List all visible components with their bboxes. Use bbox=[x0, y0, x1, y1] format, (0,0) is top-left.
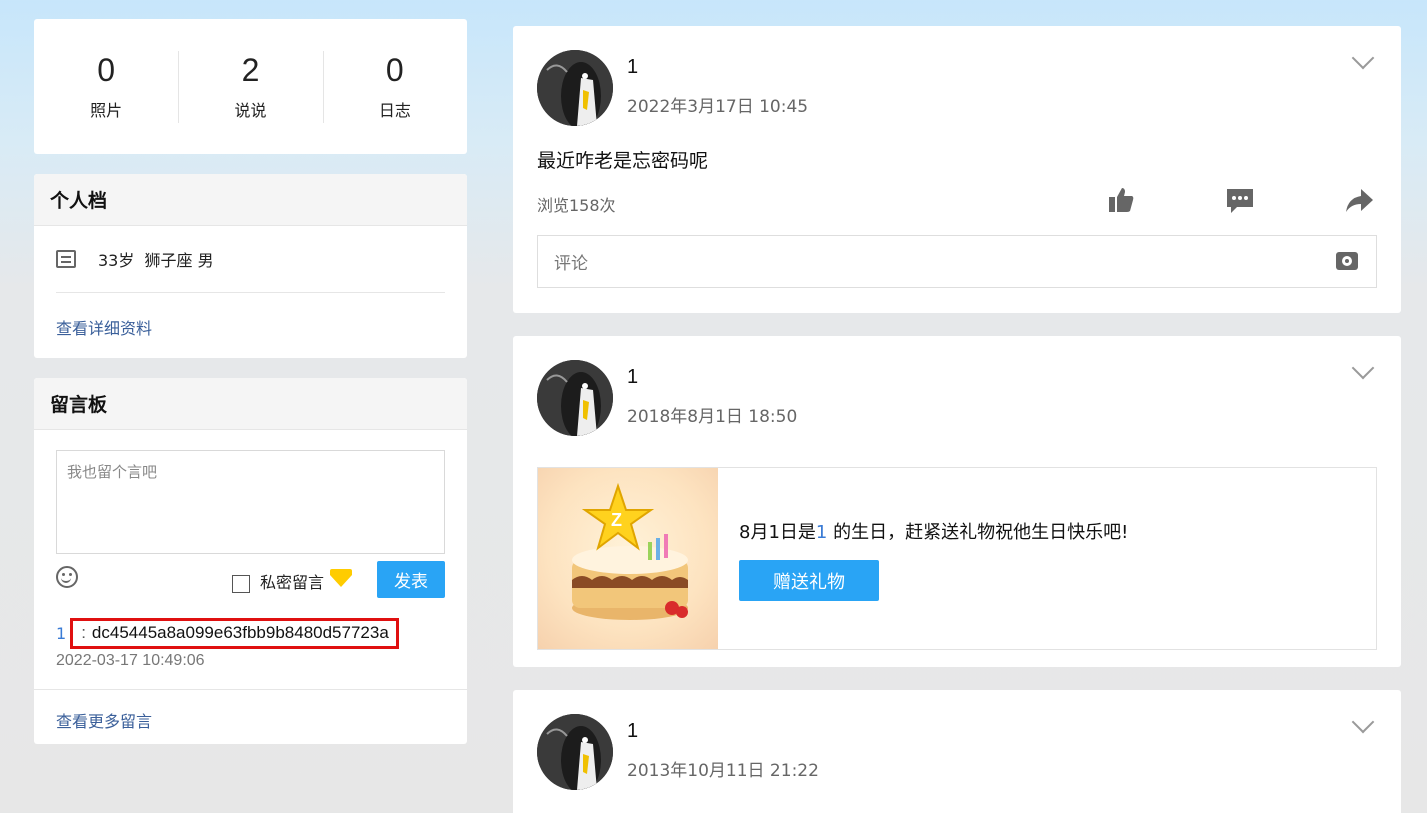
post-button[interactable]: 发表 bbox=[377, 561, 445, 598]
chevron-down-icon[interactable] bbox=[1351, 710, 1375, 734]
message-time: 2022-03-17 10:49:06 bbox=[56, 652, 205, 669]
feed-time: 2022年3月17日 10:45 bbox=[627, 97, 809, 117]
message-text: dc45445a8a099e63fbb9b8480d57723a bbox=[91, 623, 389, 642]
message-input[interactable]: 我也留个言吧 bbox=[56, 450, 445, 554]
private-message-toggle[interactable]: 私密留言 bbox=[232, 569, 353, 593]
message-board-title: 留言板 bbox=[34, 378, 467, 430]
feed-author[interactable]: 1 bbox=[627, 366, 638, 389]
avatar[interactable] bbox=[537, 50, 613, 126]
profile-card-icon bbox=[56, 250, 76, 268]
feed-time: 2018年8月1日 18:50 bbox=[627, 407, 798, 427]
feed-item: 1 2022年3月17日 10:45 最近咋老是忘密码呢 浏览158次 评论 bbox=[513, 26, 1401, 313]
comment-icon[interactable] bbox=[1226, 186, 1254, 214]
private-checkbox[interactable] bbox=[232, 575, 250, 593]
message-highlight: : dc45445a8a099e63fbb9b8480d57723a bbox=[70, 618, 399, 649]
message-item: 1 : dc45445a8a099e63fbb9b8480d57723a bbox=[56, 618, 399, 649]
stat-blogs-label: 日志 bbox=[378, 100, 411, 120]
stat-photos[interactable]: 0 照片 bbox=[34, 51, 178, 123]
birthday-cake-image: Z bbox=[538, 468, 718, 649]
comment-input[interactable]: 评论 bbox=[537, 235, 1377, 288]
feed-author[interactable]: 1 bbox=[627, 56, 638, 79]
more-messages-link[interactable]: 查看更多留言 bbox=[56, 708, 152, 732]
profile-title: 个人档 bbox=[34, 174, 467, 226]
diamond-icon bbox=[330, 569, 353, 587]
send-gift-button[interactable]: 赠送礼物 bbox=[739, 560, 879, 601]
stat-moods-label: 说说 bbox=[234, 100, 267, 120]
birthday-card: Z 8月1日是1 的生日，赶紧送礼物祝他生日快乐吧! 赠送礼物 bbox=[537, 467, 1377, 650]
stat-photos-label: 照片 bbox=[90, 100, 123, 120]
profile-info: 33岁 狮子座 男 bbox=[98, 251, 214, 270]
birthday-prefix: 8月1日是 bbox=[739, 522, 816, 543]
birthday-user[interactable]: 1 bbox=[816, 522, 827, 543]
stat-moods[interactable]: 2 说说 bbox=[178, 50, 322, 123]
chevron-down-icon[interactable] bbox=[1351, 356, 1375, 380]
feed-item: 1 2018年8月1日 18:50 Z 8月1日是1 的生日，赶紧送礼物祝他生日… bbox=[513, 336, 1401, 667]
stat-blogs[interactable]: 0 日志 bbox=[322, 50, 467, 123]
feed-views: 浏览158次 bbox=[537, 196, 616, 215]
camera-icon[interactable] bbox=[1336, 252, 1358, 270]
divider bbox=[34, 689, 467, 690]
feed-text: 最近咋老是忘密码呢 bbox=[537, 150, 709, 172]
share-icon[interactable] bbox=[1345, 186, 1373, 214]
feed-author[interactable]: 1 bbox=[627, 720, 638, 743]
birthday-suffix: 的生日，赶紧送礼物祝他生日快乐吧! bbox=[827, 522, 1129, 543]
smiley-icon[interactable] bbox=[56, 566, 78, 588]
profile-card: 个人档 33岁 狮子座 男 查看详细资料 bbox=[34, 174, 467, 358]
message-board-card: 留言板 我也留个言吧 私密留言 发表 1 : dc45445a8a099e63fb… bbox=[34, 378, 467, 744]
view-details-link[interactable]: 查看详细资料 bbox=[34, 293, 467, 339]
stat-photos-count: 0 bbox=[97, 51, 116, 88]
stats-card: 0 照片 2 说说 0 日志 bbox=[34, 19, 467, 154]
avatar[interactable] bbox=[537, 714, 613, 790]
feed-time: 2013年10月11日 21:22 bbox=[627, 761, 819, 781]
private-label: 私密留言 bbox=[260, 573, 325, 592]
like-icon[interactable] bbox=[1107, 186, 1135, 214]
stat-blogs-count: 0 bbox=[385, 51, 404, 88]
profile-info-row: 33岁 狮子座 男 bbox=[56, 226, 445, 293]
svg-text:Z: Z bbox=[611, 510, 622, 530]
birthday-text: 8月1日是1 的生日，赶紧送礼物祝他生日快乐吧! bbox=[739, 518, 1128, 544]
avatar[interactable] bbox=[537, 360, 613, 436]
comment-placeholder: 评论 bbox=[554, 254, 588, 274]
feed-item: 1 2013年10月11日 21:22 bbox=[513, 690, 1401, 813]
message-author[interactable]: 1 bbox=[56, 624, 66, 643]
stat-moods-count: 2 bbox=[241, 51, 260, 88]
chevron-down-icon[interactable] bbox=[1351, 46, 1375, 70]
